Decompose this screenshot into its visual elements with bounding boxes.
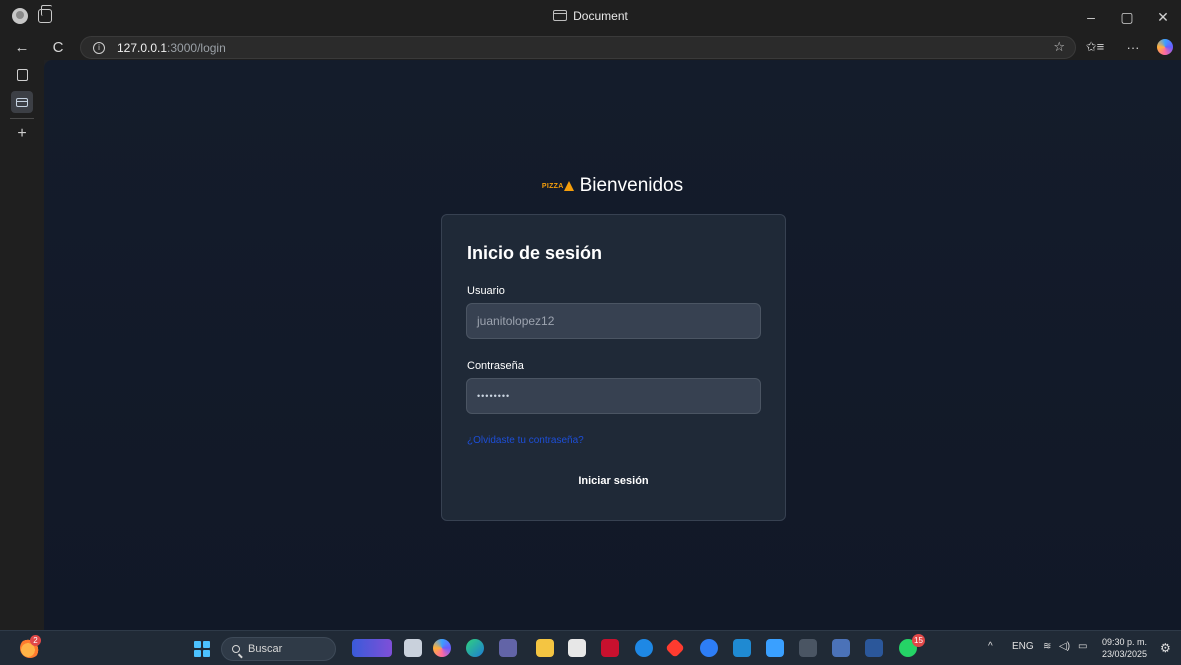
firefox-icon[interactable] xyxy=(700,639,718,657)
whatsapp-badge: 15 xyxy=(912,634,925,647)
back-button[interactable]: ← xyxy=(11,36,33,58)
site-info-icon[interactable]: i xyxy=(93,41,105,54)
page-viewport: PIZZA Bienvenidos Inicio de sesión Usuari… xyxy=(44,60,1181,630)
file-explorer-icon[interactable] xyxy=(536,639,554,657)
title-bar: Document – ▢ ✕ xyxy=(0,0,1181,34)
clock[interactable]: 09:30 p. m. 23/03/2025 xyxy=(1102,636,1147,660)
task-view-icon[interactable] xyxy=(404,639,422,657)
login-card: Inicio de sesión Usuario juanitolopez12 … xyxy=(441,214,786,521)
login-title: Inicio de sesión xyxy=(467,243,603,263)
maximize-button[interactable]: ▢ xyxy=(1109,0,1145,34)
reload-button[interactable]: C xyxy=(47,36,69,58)
vertical-tab-strip: + xyxy=(0,60,44,630)
login-button[interactable]: Iniciar sesión xyxy=(466,467,761,495)
clock-date: 23/03/2025 xyxy=(1102,649,1148,659)
password-input[interactable]: •••••••• xyxy=(466,378,761,414)
terminal-icon[interactable] xyxy=(799,639,817,657)
url-path: :3000/login xyxy=(167,40,226,55)
password-label: Contraseña xyxy=(467,360,524,372)
mcafee-icon[interactable] xyxy=(601,639,619,657)
git-icon[interactable] xyxy=(665,638,685,658)
teams-icon[interactable] xyxy=(499,639,517,657)
address-bar[interactable]: i 127.0.0.1:3000/login ☆ xyxy=(80,36,1076,59)
more-menu-icon[interactable]: ··· xyxy=(1121,36,1145,58)
vscode-icon[interactable] xyxy=(733,639,751,657)
tray-overflow-icon[interactable]: ^ xyxy=(988,641,993,652)
volume-icon[interactable]: ◁) xyxy=(1059,641,1070,652)
page-icon xyxy=(553,10,568,21)
edge-icon[interactable] xyxy=(466,639,484,657)
store-icon[interactable] xyxy=(568,639,586,657)
window-title: Document xyxy=(0,9,1181,23)
minimize-button[interactable]: – xyxy=(1073,0,1109,34)
page-tab-icon xyxy=(16,97,28,107)
tab-document[interactable] xyxy=(11,91,33,113)
copilot-icon[interactable] xyxy=(1157,39,1173,55)
wifi-icon[interactable]: ≋ xyxy=(1043,641,1051,652)
start-button[interactable] xyxy=(194,641,210,657)
sidebar-divider xyxy=(10,118,34,119)
windows-logo-icon xyxy=(194,641,201,648)
username-label: Usuario xyxy=(467,285,505,297)
search-highlight-icon[interactable] xyxy=(352,639,392,657)
username-input[interactable]: juanitolopez12 xyxy=(466,303,761,339)
navigation-bar: ← C i 127.0.0.1:3000/login ☆ ✩≡ ··· xyxy=(0,34,1181,60)
chrome-icon[interactable] xyxy=(635,639,653,657)
favorite-star-icon[interactable]: ☆ xyxy=(1053,39,1065,55)
forgot-password-link[interactable]: ¿Olvidaste tu contraseña? xyxy=(467,435,584,446)
search-icon xyxy=(232,645,240,653)
close-button[interactable]: ✕ xyxy=(1145,0,1181,34)
language-indicator[interactable]: ENG xyxy=(1012,641,1034,652)
battery-icon[interactable]: ▭ xyxy=(1078,641,1087,652)
search-placeholder: Buscar xyxy=(248,643,283,655)
copilot-app-icon[interactable] xyxy=(433,639,451,657)
workspaces-icon[interactable] xyxy=(11,64,33,86)
notifications-icon[interactable]: ⚙ xyxy=(1160,641,1171,655)
taskbar: 2 Buscar 15 ^ ENG ≋ ◁) ▭ 09:30 p. m. 23/… xyxy=(0,630,1181,665)
notepad-icon[interactable] xyxy=(766,639,784,657)
pizza-logo-icon: PIZZA xyxy=(542,181,574,191)
favorites-icon[interactable]: ✩≡ xyxy=(1083,36,1107,58)
weather-badge: 2 xyxy=(30,635,41,646)
taskbar-search[interactable]: Buscar xyxy=(221,637,336,661)
word-icon[interactable] xyxy=(865,639,883,657)
welcome-text: Bienvenidos xyxy=(579,175,684,196)
welcome-heading: PIZZA Bienvenidos xyxy=(44,175,1181,197)
new-tab-button[interactable]: + xyxy=(11,123,33,145)
remote-desktop-icon[interactable] xyxy=(832,639,850,657)
url-host: 127.0.0.1 xyxy=(117,40,168,55)
clock-time: 09:30 p. m. xyxy=(1102,637,1148,647)
window-controls: – ▢ ✕ xyxy=(1073,0,1181,34)
